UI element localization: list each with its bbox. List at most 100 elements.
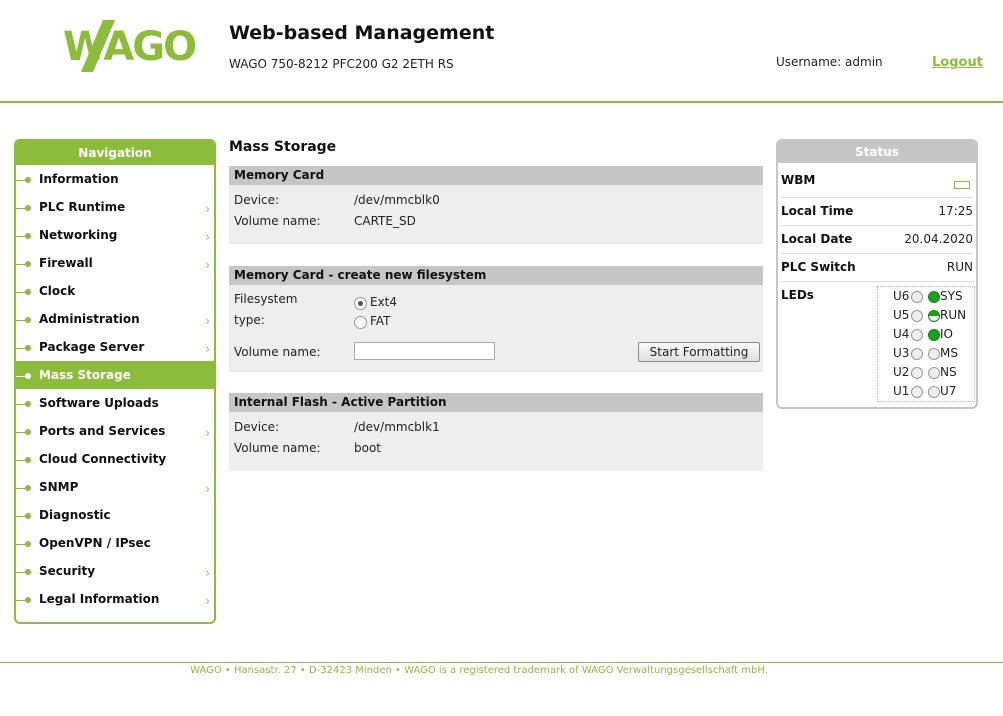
status-leds-row: LEDs U6 SYS U5 RUN U4 IO U3 MS U2 NS U1 U7	[781, 282, 975, 406]
radio-ext4[interactable]	[354, 297, 367, 310]
led-left-label: U1	[893, 384, 910, 398]
led-left-label: U4	[893, 327, 910, 341]
volume-label: Volume name:	[234, 214, 321, 228]
create-filesystem-heading: Memory Card - create new filesystem	[229, 266, 763, 285]
nav-bullet-icon	[16, 557, 34, 585]
device-subtitle: WAGO 750-8212 PFC200 G2 2ETH RS	[229, 57, 454, 71]
nav-bullet-icon	[16, 361, 34, 389]
nav-item-mass-storage[interactable]: Mass Storage	[16, 361, 214, 389]
app-title: Web-based Management	[229, 22, 495, 44]
nav-item-diagnostic[interactable]: Diagnostic	[16, 501, 214, 529]
led-right-label: IO	[940, 327, 953, 341]
led-user-indicator-icon	[911, 348, 923, 360]
chevron-right-icon: ›	[205, 426, 210, 440]
leds-label: LEDs	[781, 288, 814, 302]
internal-flash-heading: Internal Flash - Active Partition	[229, 393, 763, 412]
led-row: U4 IO	[878, 325, 974, 344]
chevron-right-icon: ›	[205, 258, 210, 272]
led-left-label: U2	[893, 365, 910, 379]
nav-item-firewall[interactable]: Firewall ›	[16, 249, 214, 277]
led-left-label: U3	[893, 346, 910, 360]
navigation-title: Navigation	[16, 141, 214, 165]
page-title: Mass Storage	[229, 139, 337, 155]
page-footer: WAGO • Hansastr. 27 • D-32423 Minden • W…	[0, 662, 1003, 683]
leds-grid: U6 SYS U5 RUN U4 IO U3 MS U2 NS U1 U7	[877, 286, 975, 402]
flash-device-row: Device: /dev/mmcblk1	[229, 417, 763, 438]
nav-item-snmp[interactable]: SNMP ›	[16, 473, 214, 501]
nav-item-label: Ports and Services	[39, 424, 166, 438]
nav-bullet-icon	[16, 473, 34, 501]
nav-bullet-icon	[16, 249, 34, 277]
status-plc-row: PLC Switch RUN	[781, 254, 973, 282]
nav-bullet-icon	[16, 389, 34, 417]
led-status-indicator-icon	[928, 310, 940, 322]
nav-item-label: Software Uploads	[39, 396, 159, 410]
nav-item-openvpn-ipsec[interactable]: OpenVPN / IPsec	[16, 529, 214, 557]
nav-item-clock[interactable]: Clock	[16, 277, 214, 305]
nav-item-label: Clock	[39, 284, 76, 298]
nav-bullet-icon	[16, 277, 34, 305]
nav-bullet-icon	[16, 529, 34, 557]
nav-item-administration[interactable]: Administration ›	[16, 305, 214, 333]
nav-bullet-icon	[16, 193, 34, 221]
chevron-right-icon: ›	[205, 594, 210, 608]
wbm-label: WBM	[781, 173, 816, 187]
footer-text: WAGO • Hansastr. 27 • D-32423 Minden • W…	[190, 665, 768, 676]
led-user-indicator-icon	[911, 291, 923, 303]
wbm-indicator-icon	[954, 181, 970, 189]
led-row: U2 NS	[878, 363, 974, 382]
nav-item-label: SNMP	[39, 480, 79, 494]
chevron-right-icon: ›	[205, 482, 210, 496]
nav-item-legal-information[interactable]: Legal Information ›	[16, 585, 214, 613]
volume-row: Volume name: CARTE_SD	[229, 211, 763, 232]
volume-name-input[interactable]	[354, 342, 495, 360]
chevron-right-icon: ›	[205, 230, 210, 244]
nav-item-label: OpenVPN / IPsec	[39, 536, 151, 550]
led-right-label: SYS	[940, 289, 963, 303]
page-header: WAGO Web-based Management WAGO 750-8212 …	[0, 0, 1003, 103]
logout-link[interactable]: Logout	[932, 55, 983, 70]
flash-volume-value: boot	[354, 441, 382, 455]
nav-item-label: Diagnostic	[39, 508, 111, 522]
led-status-indicator-icon	[928, 291, 940, 303]
led-row: U1 U7	[878, 382, 974, 401]
start-formatting-button[interactable]: Start Formatting	[638, 342, 760, 362]
local-date-label: Local Date	[781, 232, 853, 246]
new-volume-label: Volume name:	[234, 345, 321, 359]
led-user-indicator-icon	[911, 386, 923, 398]
led-status-indicator-icon	[928, 329, 940, 341]
radio-fat[interactable]	[354, 316, 367, 329]
led-right-label: MS	[940, 346, 958, 360]
nav-bullet-icon	[16, 221, 34, 249]
local-time-label: Local Time	[781, 204, 854, 218]
nav-item-software-uploads[interactable]: Software Uploads	[16, 389, 214, 417]
nav-item-plc-runtime[interactable]: PLC Runtime ›	[16, 193, 214, 221]
led-user-indicator-icon	[911, 329, 923, 341]
nav-bullet-icon	[16, 445, 34, 473]
led-left-label: U6	[893, 289, 910, 303]
chevron-right-icon: ›	[205, 202, 210, 216]
status-date-row: Local Date 20.04.2020	[781, 226, 973, 254]
nav-item-cloud-connectivity[interactable]: Cloud Connectivity	[16, 445, 214, 473]
nav-bullet-icon	[16, 585, 34, 613]
nav-item-ports-and-services[interactable]: Ports and Services ›	[16, 417, 214, 445]
wago-logo-text: WAGO	[63, 24, 195, 70]
fs-type-row: Filesystem type: Ext4	[229, 292, 763, 327]
local-time-value: 17:25	[938, 204, 973, 218]
status-panel: Status WBM Local Time 17:25 Local Date 2…	[776, 139, 978, 409]
led-right-label: U7	[940, 384, 957, 398]
radio-fat-label: FAT	[370, 314, 391, 328]
nav-bullet-icon	[16, 333, 34, 361]
nav-item-label: PLC Runtime	[39, 200, 126, 214]
nav-item-security[interactable]: Security ›	[16, 557, 214, 585]
nav-item-label: Security	[39, 564, 96, 578]
flash-volume-label: Volume name:	[234, 441, 321, 455]
radio-ext4-label: Ext4	[370, 295, 398, 309]
nav-bullet-icon	[16, 501, 34, 529]
wago-logo: WAGO	[63, 20, 197, 72]
nav-item-information[interactable]: Information	[16, 165, 214, 193]
memory-card-section: Memory Card Device: /dev/mmcblk0 Volume …	[229, 166, 763, 244]
nav-item-package-server[interactable]: Package Server ›	[16, 333, 214, 361]
nav-item-label: Cloud Connectivity	[39, 452, 167, 466]
nav-item-networking[interactable]: Networking ›	[16, 221, 214, 249]
